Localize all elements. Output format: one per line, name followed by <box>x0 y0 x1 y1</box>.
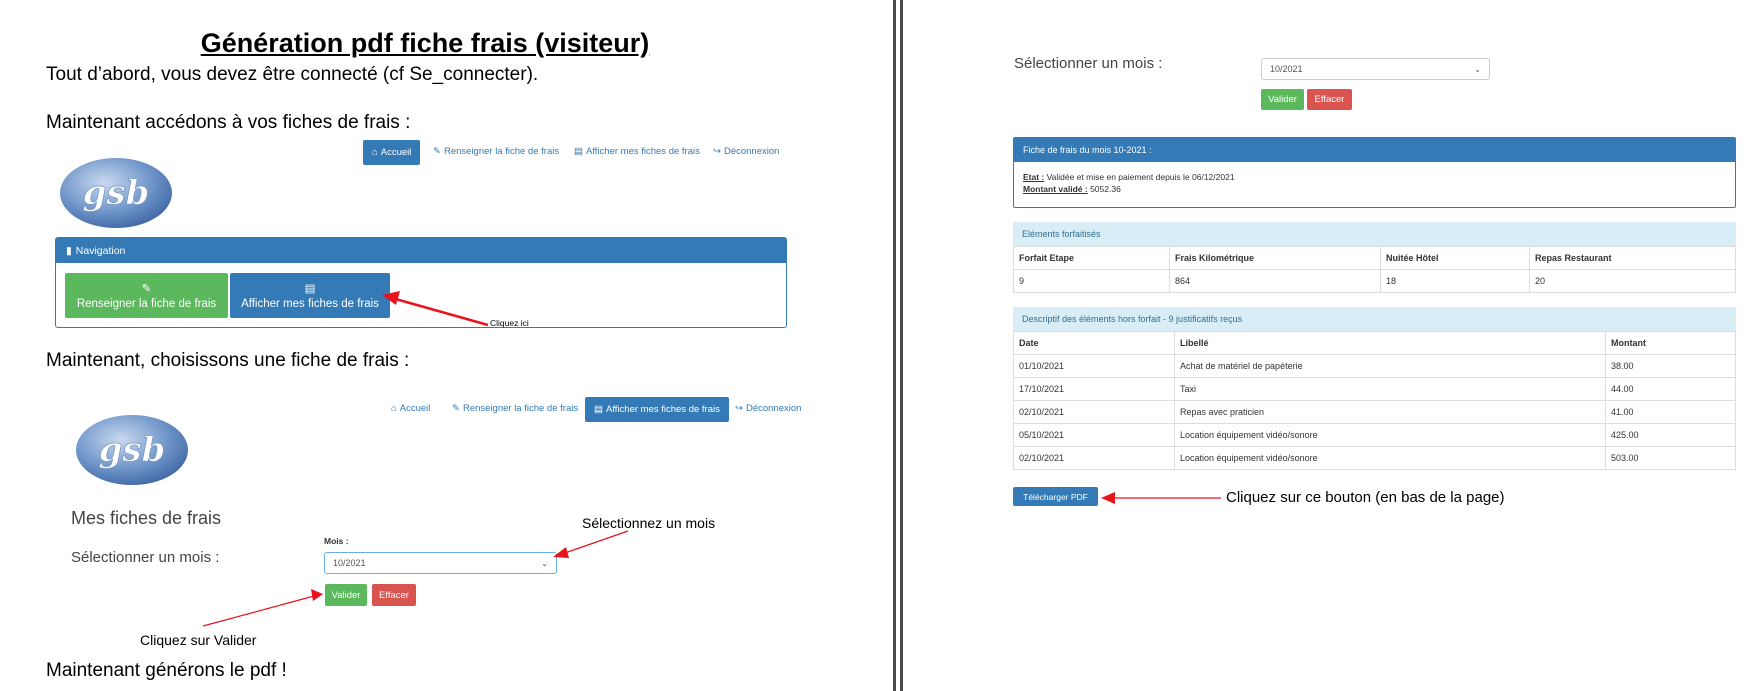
left-page: Génération pdf fiche frais (visiteur) To… <box>0 0 893 691</box>
arrowhead-afficher <box>382 291 400 305</box>
arrowhead-valider <box>311 589 323 601</box>
annotation-arrows-right <box>1101 492 1221 504</box>
arrow-to-afficher <box>391 296 489 327</box>
right-page: Sélectionner un mois : 10/2021 ⌄ Valider… <box>903 0 1747 691</box>
arrow-to-valider <box>202 595 315 627</box>
arrowhead-telecharger <box>1101 492 1115 504</box>
page-divider <box>893 0 903 691</box>
arrow-to-select <box>561 530 629 555</box>
arrowhead-select <box>553 547 569 558</box>
annotation-arrows <box>202 291 629 627</box>
